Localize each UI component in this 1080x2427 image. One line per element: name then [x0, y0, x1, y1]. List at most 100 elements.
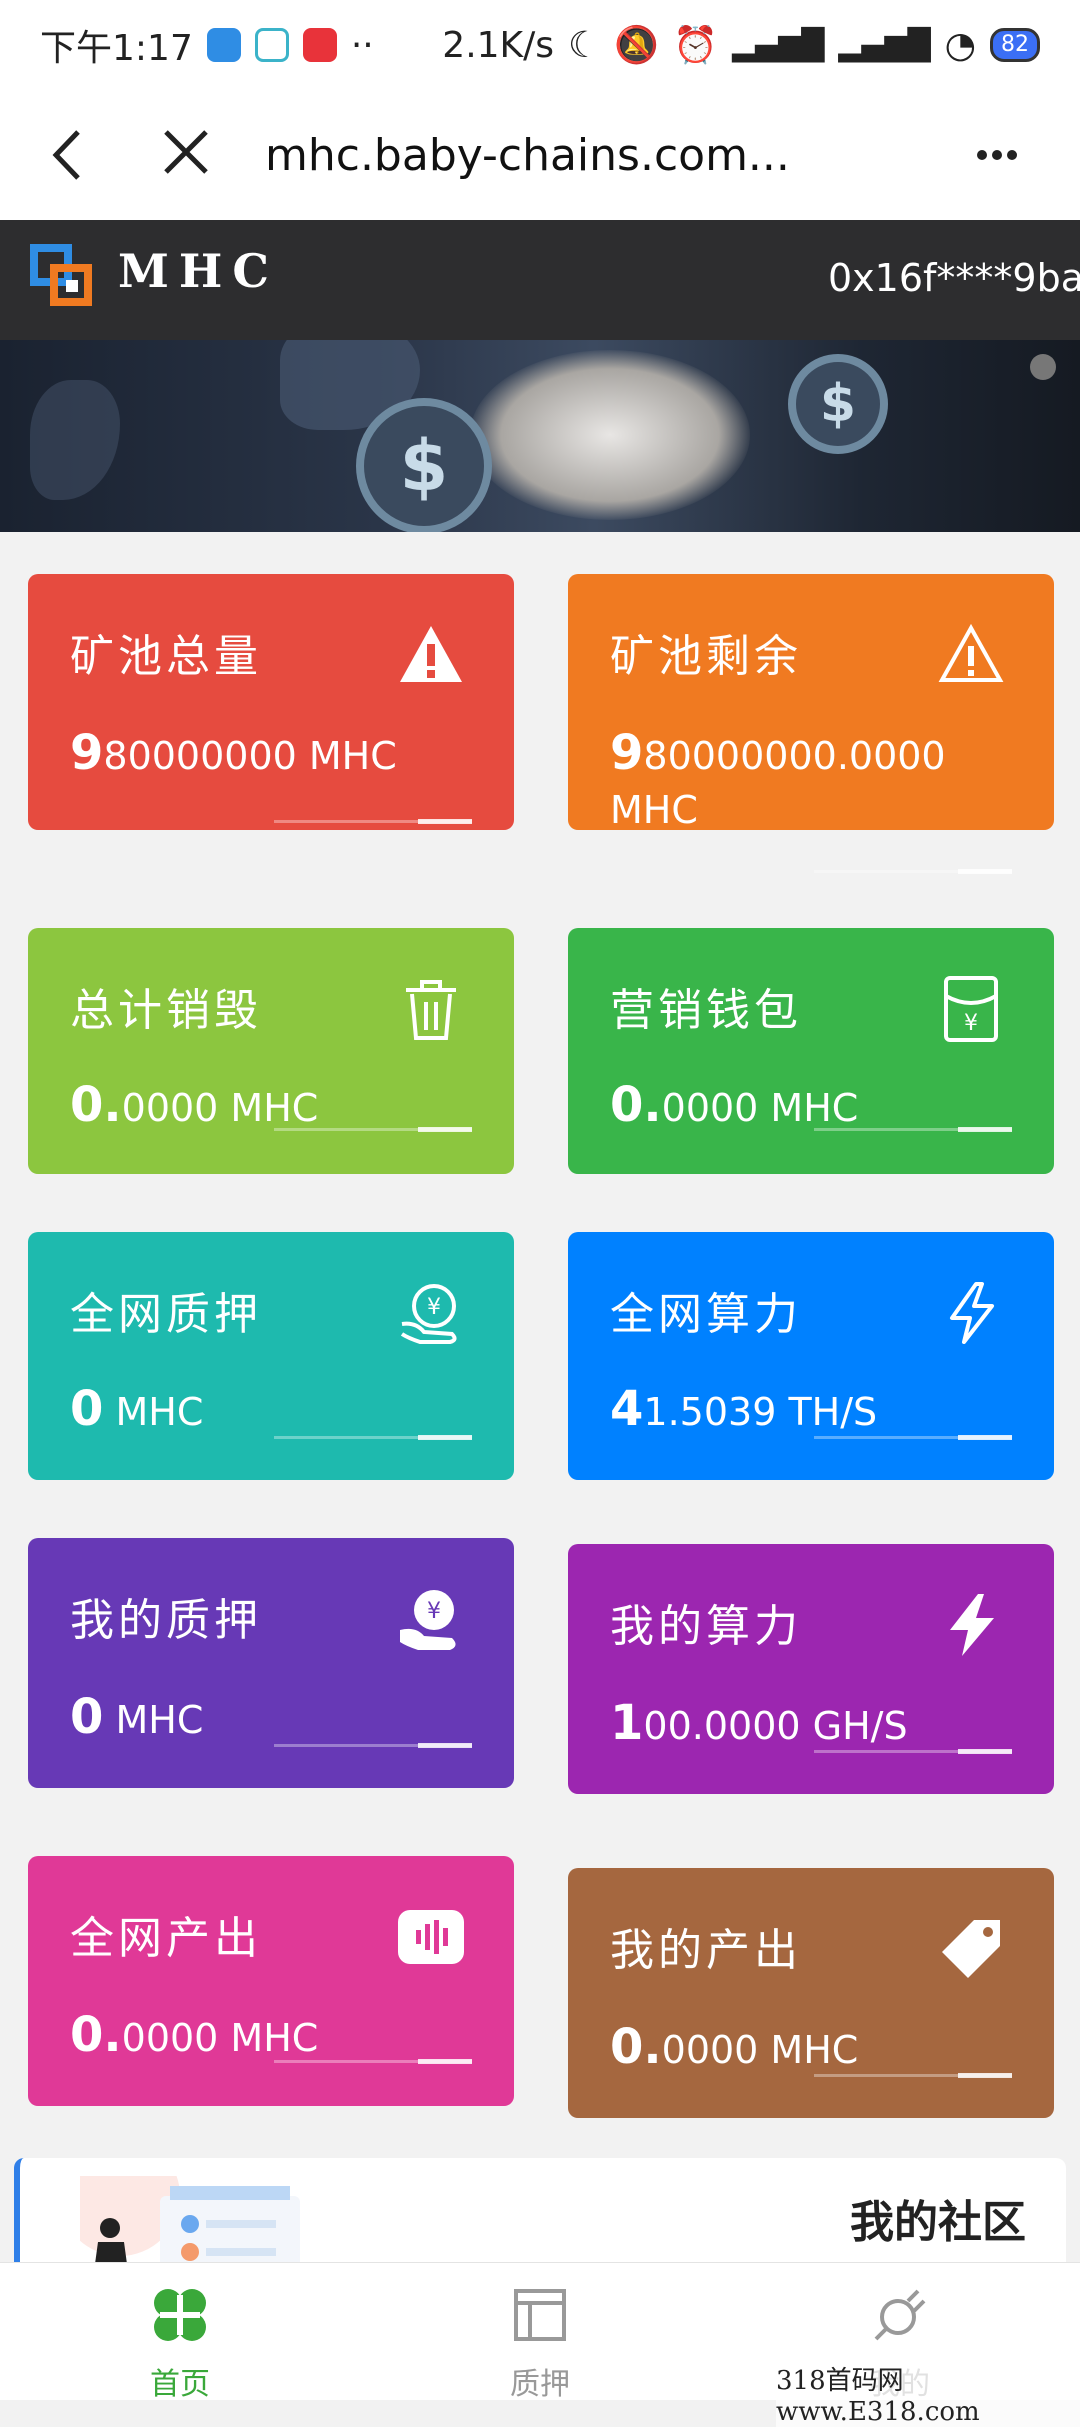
stat-card[interactable]: 全网产出 0.0000 MHC	[28, 1856, 514, 2120]
card-value-rest: 0000 MHC	[121, 2016, 319, 2060]
card-title: 我的算力	[610, 1601, 802, 1652]
wallet-address[interactable]: 0x16f****9ba2	[828, 256, 1080, 300]
network-speed: 2.1K/s	[442, 24, 555, 66]
status-more-dots: ··	[350, 24, 374, 66]
banner-dot	[1030, 354, 1056, 380]
hero-banner: $ $	[0, 340, 1080, 532]
app-notification-icon	[302, 28, 337, 62]
card-value-lead: 9	[610, 725, 644, 781]
status-bar: 下午1:17 ·· 2.1K/s ☾ 🔕 ⏰ ▂▄▆█ ▂▄▆█ ◔ 82	[0, 0, 1080, 90]
card-value: 0.0000 MHC	[70, 2008, 510, 2065]
tab-label: 首页	[150, 2367, 210, 2402]
tab-label: 质押	[510, 2367, 570, 2402]
wifi-icon: ◔	[944, 24, 976, 66]
stat-card[interactable]: 全网算力 41.5039 TH/S	[568, 1232, 1054, 1494]
stat-card[interactable]: 矿池总量 980000000 MHC	[28, 574, 514, 844]
signal-icon: ▂▄▆█	[838, 27, 931, 63]
warning-filled-icon	[396, 620, 466, 690]
card-progress-line	[814, 869, 1012, 874]
stat-card[interactable]: 总计销毁 0.0000 MHC	[28, 928, 514, 1188]
card-value: 0.0000 MHC	[610, 2020, 1050, 2077]
card-value-lead: 0	[70, 1381, 104, 1437]
card-progress-highlight	[958, 1435, 1012, 1440]
trash-icon	[396, 974, 466, 1044]
card-progress-highlight	[418, 819, 472, 824]
more-icon[interactable]	[976, 148, 1018, 162]
browser-toolbar: mhc.baby-chains.com...	[0, 90, 1080, 220]
card-title: 我的质押	[70, 1595, 262, 1646]
card-progress-line	[814, 1127, 1012, 1132]
card-progress-line	[814, 1749, 1012, 1754]
app-notification-icon	[254, 28, 289, 62]
stat-card[interactable]: 我的产出 0.0000 MHC	[568, 1868, 1054, 2132]
card-progress-highlight	[958, 1127, 1012, 1132]
moon-icon: ☾	[568, 24, 601, 66]
watermark-text: 318首码网 www.E318.com	[776, 2360, 1080, 2427]
tab-home[interactable]: 首页	[110, 2285, 250, 2403]
svg-text:¥: ¥	[964, 1011, 978, 1036]
stat-card[interactable]: 我的质押 ¥0 MHC	[28, 1538, 514, 1802]
card-value-lead: 9	[70, 725, 104, 781]
card-shadow	[590, 1158, 1032, 1188]
stat-card[interactable]: 我的算力 100.0000 GH/S	[568, 1544, 1054, 1808]
card-value-rest: 80000000.0000 MHC	[610, 734, 946, 832]
card-title: 全网算力	[610, 1289, 802, 1340]
card-progress-line	[274, 819, 472, 824]
card-progress-highlight	[418, 1127, 472, 1132]
mute-icon: 🔕	[614, 25, 660, 66]
card-title: 全网产出	[70, 1913, 262, 1964]
card-shadow	[590, 2102, 1032, 2132]
lightning-outline-icon	[936, 1278, 1006, 1348]
card-value-rest: MHC	[103, 1390, 204, 1434]
card-title: 营销钱包	[610, 985, 802, 1036]
card-progress-line	[274, 1435, 472, 1440]
card-value-lead: 0.	[70, 2007, 122, 2063]
tab-staking[interactable]: 质押	[470, 2285, 610, 2403]
status-time: 下午1:17	[40, 28, 193, 69]
signal-icon: ▂▄▆█	[731, 27, 825, 63]
card-value: 980000000 MHC	[70, 726, 510, 783]
chevron-left-icon[interactable]	[48, 128, 88, 182]
card-progress-line	[274, 2059, 472, 2064]
card-value: 41.5039 TH/S	[610, 1382, 1050, 1439]
card-title: 全网质押	[70, 1289, 262, 1340]
lightning-filled-icon	[936, 1590, 1006, 1660]
dollar-coin-icon: $	[356, 398, 492, 532]
card-title: 我的产出	[610, 1925, 802, 1976]
close-icon[interactable]	[162, 128, 210, 176]
alarm-icon: ⏰	[673, 25, 718, 66]
card-shadow	[50, 1772, 492, 1802]
yuan-hand-outline-icon: ¥	[396, 1278, 466, 1348]
card-progress-line	[274, 1127, 472, 1132]
card-value-lead: 0.	[70, 1077, 122, 1133]
stat-card[interactable]: 营销钱包 ¥0.0000 MHC	[568, 928, 1054, 1188]
svg-text:¥: ¥	[427, 1599, 441, 1624]
dollar-coin-icon: $	[788, 354, 888, 454]
card-progress-line	[274, 1743, 472, 1748]
tag-icon	[936, 1914, 1006, 1984]
card-value-lead: 1	[610, 1695, 644, 1751]
card-value-rest: 00.0000 GH/S	[643, 1704, 908, 1748]
url-text[interactable]: mhc.baby-chains.com...	[265, 130, 790, 181]
stat-card[interactable]: 矿池剩余 980000000.0000 MHC	[568, 574, 1054, 874]
my-community-section[interactable]: 我的社区	[14, 2158, 1066, 2278]
card-shadow	[50, 1464, 492, 1494]
card-value-lead: 0.	[610, 2019, 662, 2075]
app-notification-icon	[206, 28, 241, 62]
card-progress-highlight	[958, 1749, 1012, 1754]
voice-icon	[396, 1902, 466, 1972]
banner-hand-image	[470, 350, 750, 520]
stat-card[interactable]: 全网质押 ¥0 MHC	[28, 1232, 514, 1494]
card-shadow	[590, 1464, 1032, 1494]
layout-icon	[514, 2289, 566, 2341]
card-value-lead: 0	[70, 1689, 104, 1745]
card-value-lead: 4	[610, 1381, 644, 1437]
card-progress-line	[814, 2073, 1012, 2078]
warning-outline-icon	[936, 620, 1006, 690]
card-value: 980000000.0000 MHC	[610, 726, 1010, 837]
card-progress-highlight	[958, 869, 1012, 874]
card-title: 总计销毁	[70, 985, 262, 1036]
svg-text:¥: ¥	[427, 1295, 441, 1320]
card-title: 矿池剩余	[610, 631, 802, 682]
card-title: 矿池总量	[70, 631, 262, 682]
